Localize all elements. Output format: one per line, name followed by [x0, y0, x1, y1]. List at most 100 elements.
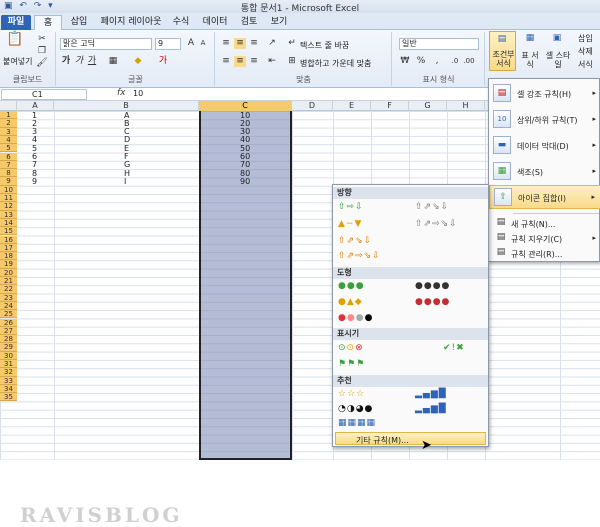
bold-button[interactable]: 가: [60, 56, 72, 67]
col-header-h[interactable]: H: [447, 101, 485, 111]
icon-set-red-to-black[interactable]: ●●●●: [338, 313, 373, 324]
row-header[interactable]: 20: [0, 268, 17, 277]
row-header[interactable]: 16: [0, 235, 17, 244]
wrap-text-icon[interactable]: ↵: [286, 38, 298, 49]
icon-set-4-ratings[interactable]: ▂▄▆█: [415, 389, 447, 400]
col-header-g[interactable]: G: [409, 101, 447, 111]
align-left-icon[interactable]: ≡: [220, 56, 232, 67]
shrink-font-icon[interactable]: A: [197, 38, 209, 49]
cell-a[interactable]: 9: [32, 177, 37, 186]
icon-set-5-ratings[interactable]: ▂▄▆█: [415, 404, 447, 415]
row-header[interactable]: 1: [0, 111, 17, 120]
row-header[interactable]: 30: [0, 351, 17, 360]
row-header[interactable]: 29: [0, 343, 17, 352]
row-header[interactable]: 25: [0, 310, 17, 319]
formula-input[interactable]: 10: [133, 89, 143, 98]
row-header[interactable]: 12: [0, 202, 17, 211]
icon-set-3-symbols-circled[interactable]: ⊙⊙⊗: [338, 343, 364, 354]
decrease-decimal-icon[interactable]: .00: [463, 56, 475, 67]
tab-review[interactable]: 검토: [236, 15, 262, 30]
col-header-a[interactable]: A: [17, 101, 54, 111]
border-icon[interactable]: ▦: [107, 56, 119, 67]
merge-center-button[interactable]: 병합하고 가운데 맞춤: [300, 58, 371, 69]
row-header[interactable]: 26: [0, 318, 17, 327]
cell-c[interactable]: 90: [240, 177, 250, 186]
name-box[interactable]: C1: [1, 89, 87, 100]
currency-icon[interactable]: ₩: [399, 56, 411, 67]
icon-set-3-flags[interactable]: ⚑⚑⚑: [338, 359, 365, 370]
tab-formulas[interactable]: 수식: [168, 15, 194, 30]
select-all-corner[interactable]: [0, 101, 17, 111]
icon-set-5-arrows-gray[interactable]: ⇧⇗⇨⇘⇩: [415, 219, 458, 230]
font-name-select[interactable]: 맑은 고딕: [60, 38, 152, 50]
merge-icon[interactable]: ⊞: [286, 56, 298, 67]
col-header-d[interactable]: D: [292, 101, 333, 111]
row-header[interactable]: 3: [0, 127, 17, 136]
icon-set-4-arrows-gray[interactable]: ⇧⇗⇘⇩: [415, 202, 449, 213]
row-header[interactable]: 7: [0, 160, 17, 170]
row-header[interactable]: 8: [0, 169, 17, 178]
row-header[interactable]: 24: [0, 301, 17, 311]
row-header[interactable]: 6: [0, 152, 17, 161]
cut-icon[interactable]: ✂: [36, 34, 48, 45]
row-header[interactable]: 9: [0, 177, 17, 186]
icon-set-3-traffic-lights[interactable]: ●●●: [338, 281, 365, 292]
font-color-icon[interactable]: 가: [157, 56, 169, 67]
paste-button[interactable]: 붙여넣기: [3, 56, 32, 67]
comma-icon[interactable]: ,: [431, 56, 443, 67]
row-header[interactable]: 15: [0, 227, 17, 236]
insert-cells-button[interactable]: 삽입: [578, 33, 593, 44]
indent-icon[interactable]: ⇤: [266, 56, 278, 67]
cell-b[interactable]: I: [124, 177, 126, 186]
underline-button[interactable]: 가: [86, 56, 98, 67]
row-header[interactable]: 4: [0, 135, 17, 145]
menu-icon-sets[interactable]: ⇧ 아이콘 집합(I) ▸: [489, 185, 600, 209]
italic-button[interactable]: 가: [73, 56, 85, 67]
col-header-b[interactable]: B: [54, 101, 199, 111]
row-header[interactable]: 33: [0, 376, 17, 385]
fx-icon[interactable]: fx: [117, 88, 126, 98]
align-top-icon[interactable]: ≡: [220, 38, 232, 49]
wrap-text-button[interactable]: 텍스트 줄 바꿈: [300, 40, 349, 51]
tab-page-layout[interactable]: 페이지 레이아웃: [97, 15, 165, 30]
copy-icon[interactable]: ❐: [36, 46, 48, 57]
menu-new-rule[interactable]: ▤ 새 규칙(N)...: [489, 216, 600, 230]
row-header[interactable]: 11: [0, 194, 17, 203]
align-right-icon[interactable]: ≡: [248, 56, 260, 67]
conditional-format-button[interactable]: ▤ 조건부 서식: [489, 31, 516, 71]
icon-set-3-arrows[interactable]: ⇧⇨⇩: [338, 202, 364, 213]
icon-set-3-triangles[interactable]: ▲−▼: [338, 219, 362, 230]
row-header[interactable]: 2: [0, 119, 17, 128]
tab-file[interactable]: 파일: [1, 15, 31, 30]
tab-home[interactable]: 홈: [34, 15, 62, 30]
icon-set-3-traffic-lights-rimmed[interactable]: ●●●●: [415, 281, 450, 292]
grow-font-icon[interactable]: A: [185, 38, 197, 49]
cell-styles-button[interactable]: ▣ 셀 스타일: [543, 31, 573, 71]
paste-icon[interactable]: 📋: [6, 32, 24, 52]
menu-color-scales[interactable]: ▦ 색조(S) ▸: [489, 159, 600, 183]
menu-clear-rules[interactable]: ▤ 규칙 지우기(C) ▸: [489, 231, 600, 245]
row-header[interactable]: 22: [0, 285, 17, 294]
row-header[interactable]: 13: [0, 210, 17, 219]
tab-insert[interactable]: 삽입: [65, 15, 93, 30]
more-rules-button[interactable]: 기타 규칙(M)...: [335, 432, 486, 445]
icon-set-5-arrows[interactable]: ⇧⇗⇨⇘⇩: [338, 251, 381, 262]
align-bottom-icon[interactable]: ≡: [248, 38, 260, 49]
icon-set-3-stars[interactable]: ☆☆☆: [338, 389, 365, 400]
number-format-select[interactable]: 일반: [399, 38, 479, 50]
row-header[interactable]: 31: [0, 360, 17, 369]
align-center-icon[interactable]: ≡: [234, 56, 246, 67]
row-header[interactable]: 32: [0, 368, 17, 377]
row-header[interactable]: 28: [0, 335, 17, 344]
font-size-select[interactable]: 9: [155, 38, 181, 50]
tab-data[interactable]: 데이터: [198, 15, 232, 30]
row-header[interactable]: 14: [0, 218, 17, 228]
quick-access-toolbar[interactable]: ▣ ↶ ↷ ▾: [4, 1, 55, 11]
menu-data-bars[interactable]: ▬ 데이터 막대(D) ▸: [489, 133, 600, 157]
row-header[interactable]: 27: [0, 326, 17, 336]
row-header[interactable]: 35: [0, 393, 17, 402]
format-as-table-button[interactable]: ▦ 표 서식: [518, 31, 542, 71]
menu-highlight-rules[interactable]: ▤ 셀 강조 규칙(H) ▸: [489, 81, 600, 105]
fill-color-icon[interactable]: ◆: [132, 56, 144, 67]
row-header[interactable]: 18: [0, 252, 17, 261]
